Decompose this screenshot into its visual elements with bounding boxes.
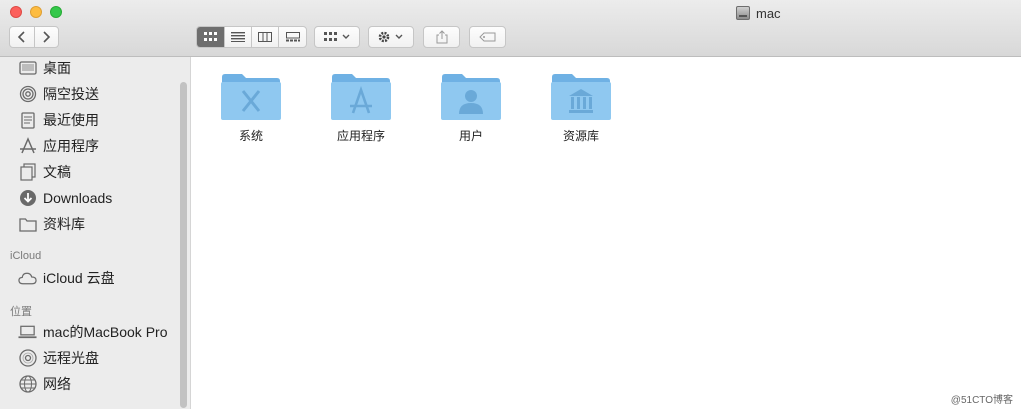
forward-button[interactable] <box>35 27 59 47</box>
library-folder-icon <box>551 74 611 120</box>
sidebar-item-downloads[interactable]: Downloads <box>18 187 112 209</box>
list-lines-icon <box>231 32 245 42</box>
sidebar-item-label: 最近使用 <box>43 112 99 128</box>
folder-label: 系统 <box>238 129 263 143</box>
folder-icon <box>18 215 37 234</box>
gallery-icon <box>285 32 300 42</box>
fullscreen-window-button[interactable] <box>50 6 62 18</box>
laptop-icon <box>18 323 37 342</box>
sidebar-item-documents[interactable]: 文稿 <box>18 161 71 183</box>
sidebar-item-remote-disc[interactable]: 远程光盘 <box>18 347 99 369</box>
applications-folder-icon <box>331 74 391 120</box>
share-button[interactable] <box>423 26 460 48</box>
sidebar-item-applications[interactable]: 应用程序 <box>18 135 99 157</box>
group-by-button[interactable] <box>314 26 360 48</box>
chevron-right-icon <box>43 31 51 43</box>
sidebar-item-network[interactable]: 网络 <box>18 373 71 395</box>
icon-grid-icon <box>203 32 217 41</box>
share-icon <box>436 30 447 44</box>
chevron-left-icon <box>17 31 25 43</box>
sidebar-item-macbook[interactable]: mac的MacBook Pro <box>18 321 167 343</box>
disc-icon <box>18 349 37 368</box>
navigation-buttons <box>9 26 59 48</box>
sidebar-item-label: 应用程序 <box>43 138 99 154</box>
columns-icon <box>258 32 272 42</box>
downloads-icon <box>18 189 37 208</box>
applications-icon <box>18 137 37 156</box>
users-folder-icon <box>441 74 501 120</box>
hard-disk-icon <box>736 6 750 20</box>
sidebar-item-desktop[interactable]: 桌面 <box>18 57 71 79</box>
system-folder-icon <box>221 74 281 120</box>
folder-system[interactable]: 系统 <box>201 71 301 144</box>
title-bar: mac <box>0 0 1021 57</box>
gallery-view-button[interactable] <box>279 27 306 47</box>
view-mode-control <box>196 26 307 48</box>
window-title: mac <box>736 4 781 22</box>
folder-applications[interactable]: 应用程序 <box>311 71 411 144</box>
sidebar-item-label: iCloud 云盘 <box>43 270 115 286</box>
sidebar-scrollbar[interactable] <box>180 82 187 408</box>
airdrop-icon <box>18 85 37 104</box>
file-browser-content: 系统 应用程序 用户 资源库 @51CTO博客 <box>192 57 1021 409</box>
minimize-window-button[interactable] <box>30 6 42 18</box>
close-window-button[interactable] <box>10 6 22 18</box>
gear-icon <box>378 31 403 43</box>
cloud-icon <box>18 269 37 288</box>
sidebar-section-icloud: iCloud <box>10 250 42 262</box>
tag-icon <box>478 32 495 42</box>
sidebar-item-label: 文稿 <box>43 164 71 180</box>
watermark: @51CTO博客 <box>950 395 1013 406</box>
folder-users[interactable]: 用户 <box>421 71 521 144</box>
documents-icon <box>18 163 37 182</box>
sidebar-section-locations: 位置 <box>10 306 32 318</box>
folder-label: 资源库 <box>562 129 599 143</box>
sidebar-item-library[interactable]: 资料库 <box>18 213 85 235</box>
group-grid-icon <box>324 32 350 41</box>
window-title-text: mac <box>756 5 781 21</box>
recents-icon <box>18 111 37 130</box>
sidebar-item-label: 远程光盘 <box>43 350 99 366</box>
column-view-button[interactable] <box>252 27 279 47</box>
sidebar-item-label: 隔空投送 <box>43 86 99 102</box>
sidebar-item-label: 网络 <box>43 376 71 392</box>
list-view-button[interactable] <box>225 27 252 47</box>
action-menu-button[interactable] <box>368 26 414 48</box>
icon-view-button[interactable] <box>197 27 225 47</box>
folder-label: 用户 <box>458 129 483 143</box>
sidebar-item-label: 资料库 <box>43 216 85 232</box>
sidebar-item-icloud-drive[interactable]: iCloud 云盘 <box>18 267 115 289</box>
folder-label: 应用程序 <box>336 129 385 143</box>
sidebar-item-recents[interactable]: 最近使用 <box>18 109 99 131</box>
network-icon <box>18 375 37 394</box>
sidebar-item-label: 桌面 <box>43 60 71 76</box>
sidebar-item-label: mac的MacBook Pro <box>43 324 168 340</box>
sidebar-item-label: Downloads <box>43 190 113 206</box>
desktop-icon <box>18 59 37 78</box>
sidebar-item-airdrop[interactable]: 隔空投送 <box>18 83 99 105</box>
tags-button[interactable] <box>469 26 506 48</box>
back-button[interactable] <box>10 27 35 47</box>
folder-library[interactable]: 资源库 <box>531 71 631 144</box>
